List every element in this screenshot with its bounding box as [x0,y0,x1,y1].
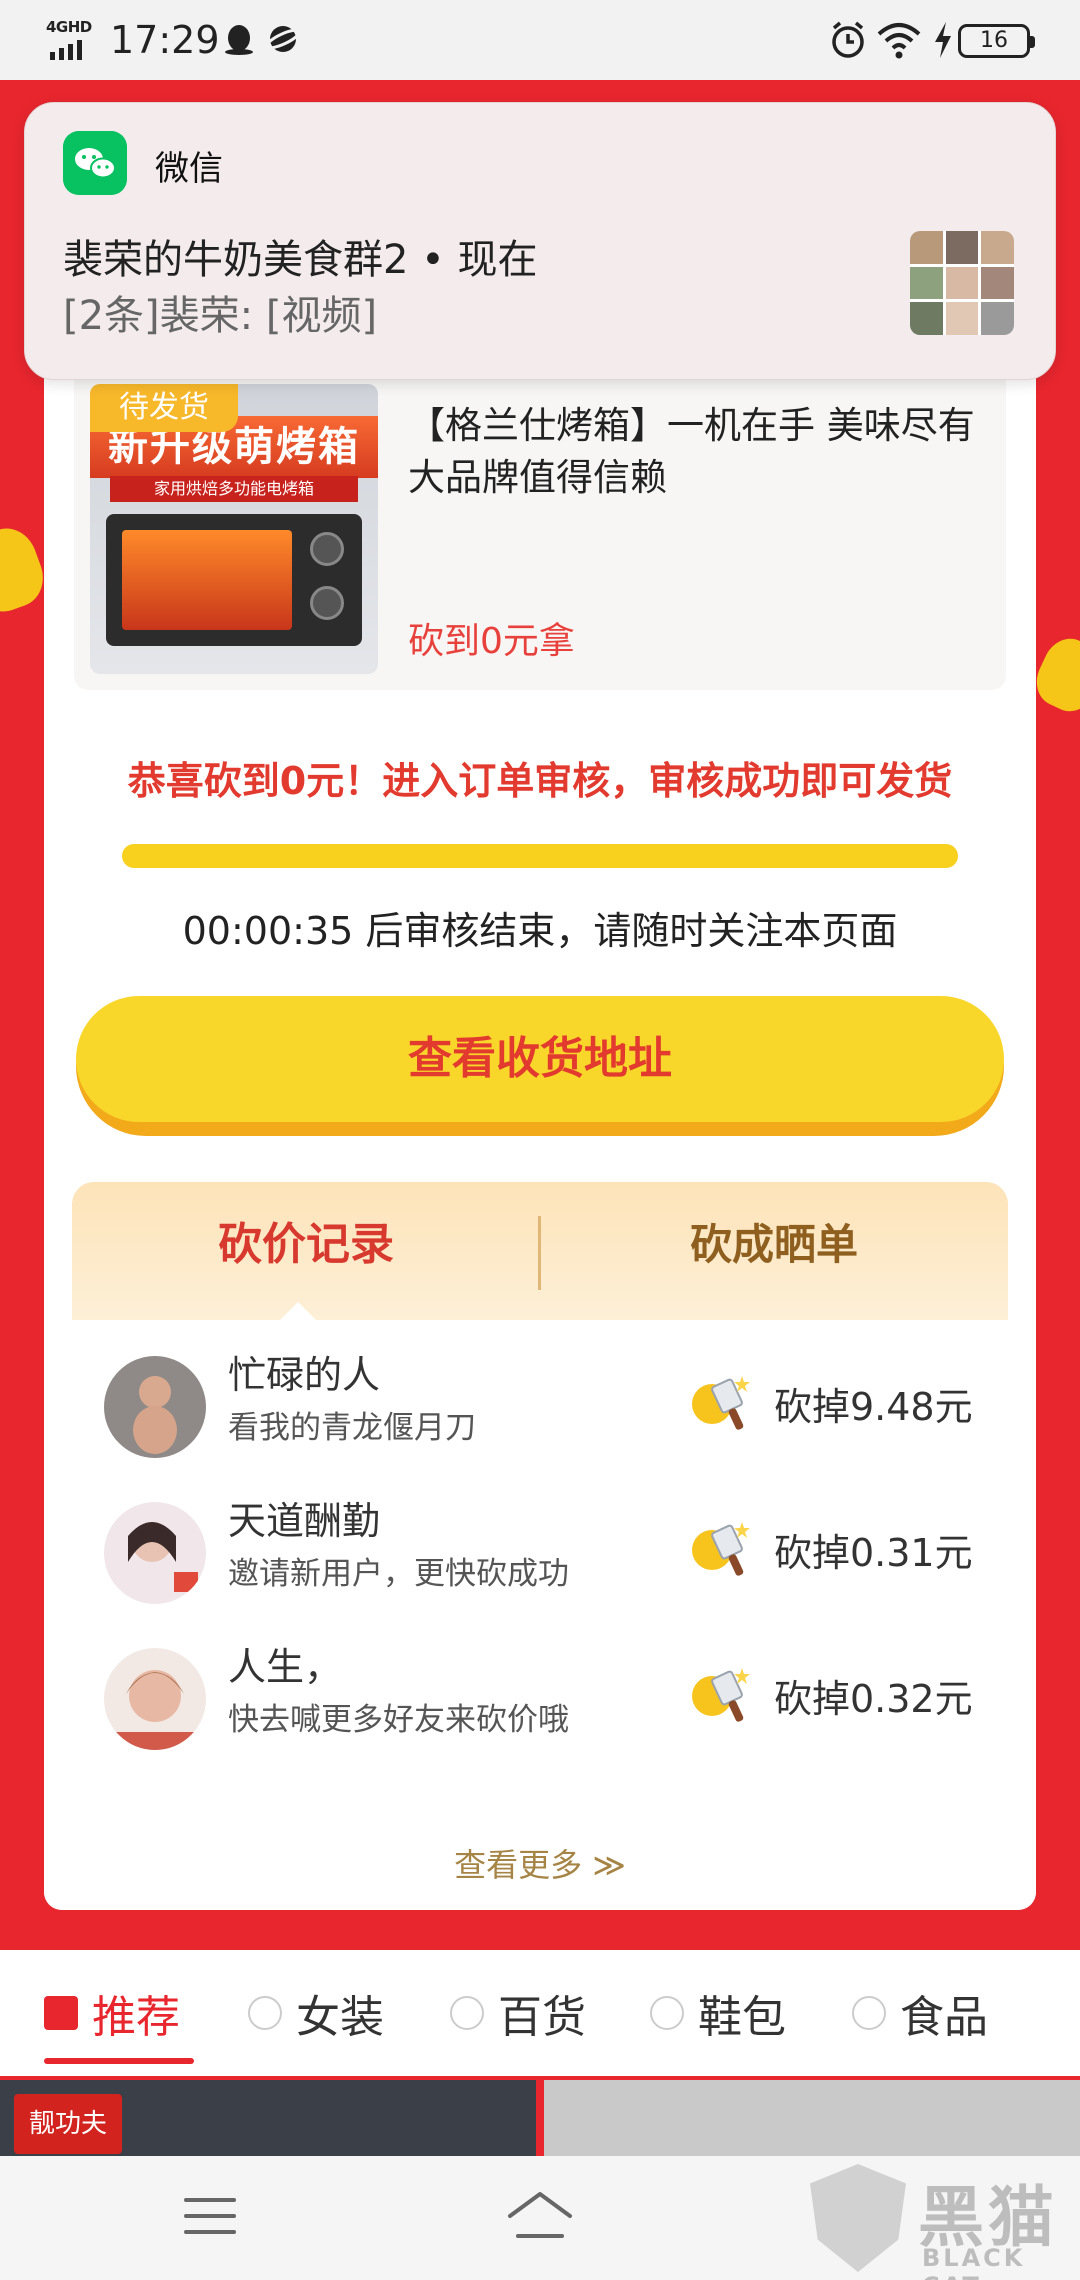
tab-pointer [280,1302,316,1320]
feed-item[interactable]: 靓功夫 [0,2080,536,2160]
shoe-icon [650,1996,684,2030]
product-title: 【格兰仕烤箱】一机在手 美味尽有 大品牌值得信赖 [408,404,975,499]
view-address-button[interactable]: 查看收货地址 [76,996,1004,1136]
home-icon[interactable] [504,2186,576,2246]
oven-illustration [106,514,362,646]
wechat-icon [63,131,127,195]
record-name: 忙碌的人 [228,1353,381,1397]
menu-icon[interactable] [184,2198,236,2238]
cleaver-icon [692,1522,750,1576]
list-item: 忙碌的人 看我的青龙偃月刀 砍掉9.48元 [44,1336,1036,1476]
category-tab-food[interactable]: 食品 [852,1950,988,2076]
list-item: 天道酬勤 邀请新用户，更快砍成功 砍掉0.31元 [44,1482,1036,1622]
countdown-text: 00:00:35 后审核结束，请随时关注本页面 [182,909,898,953]
tab-show-orders[interactable]: 砍成晒单 [540,1182,1008,1308]
status-badge: 待发货 [90,384,238,432]
feed-item[interactable] [544,2080,1080,2160]
product-price-text: 砍到0元拿 [408,621,575,662]
bargain-card: 新升级萌烤箱 家用烘焙多功能电烤箱 待发货 【格兰仕烤箱】一机在手 美味尽有 大… [44,340,1036,1910]
cleaver-icon [692,1376,750,1430]
record-message: 看我的青龙偃月刀 [228,1410,476,1446]
clock: 17:29 [110,18,220,62]
cat-shield-icon [810,2164,906,2272]
wechat-notification[interactable]: 微信 裴荣的牛奶美食群2 • 现在 [2条]裴荣: [视频] [24,102,1056,380]
category-icon [248,1996,282,2030]
watermark-subtitle: BLACK CAT [922,2244,1026,2280]
category-label: 推荐 [92,1992,180,2043]
notification-body: [2条]裴荣: [视频] [63,293,378,339]
group-avatar [910,231,1014,335]
product-image-sub: 家用烘焙多功能电烤箱 [110,476,358,502]
avatar [104,1502,206,1604]
list-item: 人生， 快去喊更多好友来砍价哦 砍掉0.32元 [44,1628,1036,1768]
category-tab-shoes-bags[interactable]: 鞋包 [650,1950,786,2076]
view-address-label: 查看收货地址 [76,996,1004,1122]
star-icon [44,1996,78,2030]
record-amount: 砍掉9.48元 [774,1385,973,1429]
record-tabs: 砍价记录 砍成晒单 [72,1182,1008,1322]
status-bar: 4GHD 17:29 16 [0,0,1080,80]
category-label: 女装 [296,1992,384,2043]
record-message: 邀请新用户，更快砍成功 [228,1556,569,1592]
battery-icon: 16 [958,24,1035,58]
qq-icon [225,25,253,55]
notification-app-name: 微信 [155,149,223,189]
record-amount: 砍掉0.32元 [774,1677,973,1721]
notification-title: 裴荣的牛奶美食群2 • 现在 [63,237,538,283]
record-message: 快去喊更多好友来砍价哦 [228,1702,569,1738]
umbrella-icon [450,1996,484,2030]
category-label: 百货 [498,1992,586,2043]
avatar [104,1356,206,1458]
cleaver-icon [692,1668,750,1722]
category-label: 鞋包 [698,1992,786,2043]
progress-fill [122,844,958,868]
category-tab-general[interactable]: 百货 [450,1950,586,2076]
avatar [104,1648,206,1750]
view-more-link[interactable]: 查看更多 ≫ [44,1840,1036,1886]
congrats-message: 恭喜砍到0元！进入订单审核，审核成功即可发货 [127,759,953,803]
record-amount: 砍掉0.31元 [774,1531,973,1575]
alarm-icon [832,21,864,58]
feed-brand-logo: 靓功夫 [14,2094,122,2154]
product-item[interactable]: 新升级萌烤箱 家用烘焙多功能电烤箱 待发货 【格兰仕烤箱】一机在手 美味尽有 大… [74,370,1006,690]
tab-bargain-records[interactable]: 砍价记录 [72,1182,540,1308]
watermark: 黑猫 BLACK CAT [810,2158,1080,2280]
category-tab-womens[interactable]: 女装 [248,1950,384,2076]
records-list: 忙碌的人 看我的青龙偃月刀 砍掉9.48元 天道酬勤 邀请新用户，更快砍成功 砍… [44,1320,1036,1910]
record-name: 人生， [228,1645,343,1689]
wifi-icon [877,23,921,59]
review-progress-bar [122,844,958,868]
charging-icon [935,22,951,58]
network-type: 4GHD [46,18,92,36]
record-name: 天道酬勤 [228,1499,381,1543]
planet-icon [266,26,300,52]
food-icon [852,1996,886,2030]
category-label: 食品 [900,1992,988,2043]
active-tab-underline [44,2058,194,2064]
signal-icon: 4GHD [46,18,98,62]
